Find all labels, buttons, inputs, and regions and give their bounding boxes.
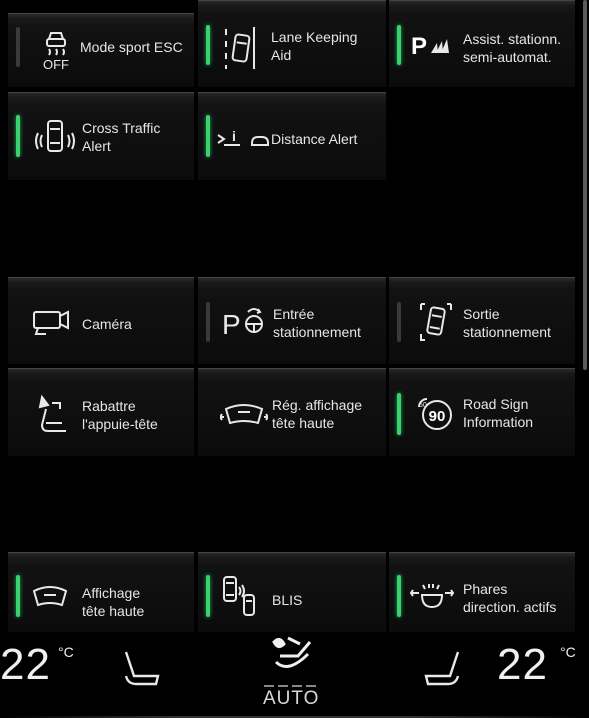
status-indicator [397,393,401,435]
scrollbar[interactable] [583,0,587,370]
road-sign-value: 90 [429,408,446,425]
park-out-icon [420,303,452,341]
status-indicator [16,575,20,617]
tile-label: BLIS [272,592,303,608]
tile-label: Road Sign Information [463,396,534,430]
tile-label: Sortie stationnement [463,306,551,340]
tile-hud-adjust[interactable]: Rég. affichage tête haute [198,368,386,456]
status-indicator [397,302,401,342]
camera-icon [33,310,69,335]
svg-text:P: P [411,33,427,59]
status-indicator [397,575,401,617]
tile-label: Lane Keeping Aid [271,29,358,63]
cross-traffic-icon [35,120,75,152]
tile-label: Affichage tête haute [82,585,145,619]
status-indicator [397,25,401,65]
tile-lane-keeping-aid[interactable]: Lane Keeping Aid [198,0,386,87]
tile-active-headlights[interactable]: Phares direction. actifs [389,552,575,632]
tile-headrest-fold[interactable]: Rabattre l'appuie-tête [8,368,194,456]
left-temperature[interactable]: 22 [0,640,51,690]
tile-camera[interactable]: Caméra [8,277,194,364]
blis-icon [223,576,255,616]
status-indicator [16,115,20,157]
tile-label: Distance Alert [271,131,358,147]
svg-text:i: i [232,128,236,144]
hud-icon [32,586,68,607]
tile-label: Mode sport ESC [80,39,183,55]
right-temperature[interactable]: 22 [497,640,548,690]
tile-label: Phares direction. actifs [463,581,557,615]
svg-text:50: 50 [419,402,427,409]
headrest-fold-icon [38,394,66,432]
status-indicator [206,115,210,157]
svg-text:OFF: OFF [43,57,69,72]
tile-park-out[interactable]: Sortie stationnement [389,277,575,364]
hud-adjust-icon [220,404,268,425]
fan-auto-icon[interactable] [258,634,328,690]
left-temperature-unit: °C [58,644,74,660]
tile-label: Entrée stationnement [273,306,361,340]
active-headlights-icon [409,584,455,609]
tile-label: Rabattre l'appuie-tête [82,398,158,432]
tile-road-sign-info[interactable]: 50 90 Road Sign Information [389,368,575,456]
right-seat-heat-icon[interactable] [420,648,466,692]
tile-esc-sport[interactable]: OFF Mode sport ESC [8,13,194,87]
road-sign-icon: 50 90 [418,398,452,430]
status-indicator [16,27,20,67]
park-assist-icon: P [411,33,449,59]
tile-park-in[interactable]: P Entrée stationnement [198,277,386,364]
tile-label: Assist. stationn. semi-automat. [463,31,562,65]
tile-cross-traffic-alert[interactable]: Cross Traffic Alert [8,92,194,180]
distance-alert-icon: i [217,128,269,146]
tile-distance-alert[interactable]: i Distance Alert [198,92,386,180]
right-temperature-unit: °C [560,644,576,660]
svg-text:P: P [222,309,241,338]
tile-blis[interactable]: BLIS [198,552,386,632]
park-in-icon: P [222,308,263,338]
tile-head-up-display[interactable]: Affichage tête haute [8,552,194,632]
esc-off-icon: OFF [43,32,69,72]
left-seat-heat-icon[interactable] [118,648,164,692]
status-indicator [206,575,210,617]
tile-label: Caméra [82,316,132,332]
status-indicator [206,302,210,342]
status-indicator [206,25,210,65]
fan-mode-label: AUTO [263,688,320,709]
tile-label: Cross Traffic Alert [82,120,161,154]
tile-park-assist[interactable]: P Assist. stationn. semi-automat. [389,0,575,87]
climate-bar: 22 °C AUTO 22 °C [0,630,589,718]
lane-keeping-icon [225,27,255,69]
tile-label: Rég. affichage tête haute [272,397,363,431]
